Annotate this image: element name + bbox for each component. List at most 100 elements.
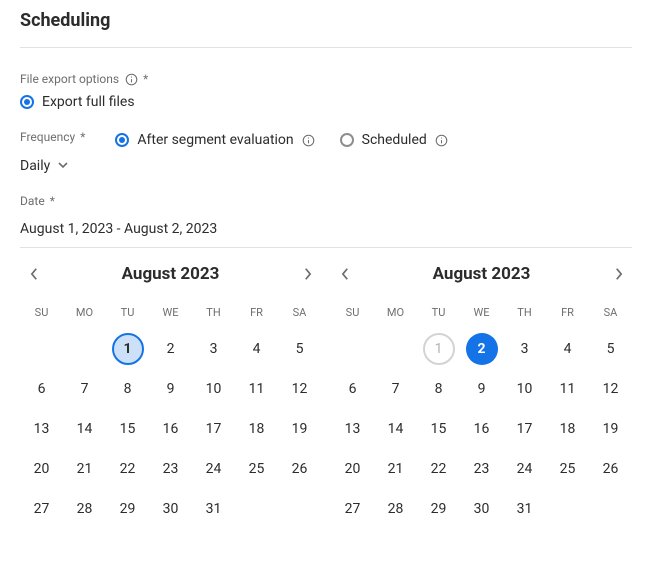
calendar-day[interactable]: 26 xyxy=(278,449,321,489)
required-asterisk: * xyxy=(143,72,148,86)
export-full-files-option[interactable]: Export full files xyxy=(20,94,632,110)
info-icon[interactable] xyxy=(435,133,449,147)
calendar-day[interactable]: 29 xyxy=(106,489,149,529)
calendar-day[interactable]: 29 xyxy=(417,489,460,529)
calendar-day[interactable]: 15 xyxy=(106,409,149,449)
calendar-day[interactable]: 18 xyxy=(546,409,589,449)
calendar-dow: SA xyxy=(278,300,321,329)
scheduled-option[interactable]: Scheduled xyxy=(340,132,449,148)
calendar-dow: WE xyxy=(149,300,192,329)
calendar-empty-cell xyxy=(331,329,374,369)
calendar-day[interactable]: 7 xyxy=(63,369,106,409)
calendar-day[interactable]: 24 xyxy=(503,449,546,489)
calendar-day[interactable]: 6 xyxy=(331,369,374,409)
export-full-files-label: Export full files xyxy=(42,94,135,110)
calendar-day[interactable]: 2 xyxy=(149,329,192,369)
calendar-dow: SU xyxy=(331,300,374,329)
calendar-day[interactable]: 27 xyxy=(331,489,374,529)
radio-empty-icon xyxy=(340,133,354,147)
calendar-day[interactable]: 23 xyxy=(149,449,192,489)
calendar-day[interactable]: 3 xyxy=(503,329,546,369)
calendar-day[interactable]: 30 xyxy=(149,489,192,529)
calendar-grid: SUMOTUWETHFRSA12345678910111213141516171… xyxy=(20,300,321,529)
calendar-day[interactable]: 3 xyxy=(192,329,235,369)
info-icon[interactable] xyxy=(302,133,316,147)
prev-month-button[interactable] xyxy=(335,264,355,284)
frequency-select[interactable]: Daily xyxy=(20,158,85,174)
calendar-day[interactable]: 28 xyxy=(63,489,106,529)
calendar-day[interactable]: 27 xyxy=(20,489,63,529)
calendar-day[interactable]: 13 xyxy=(331,409,374,449)
calendar-day[interactable]: 10 xyxy=(192,369,235,409)
calendar-day[interactable]: 19 xyxy=(278,409,321,449)
frequency-label-text: Frequency xyxy=(20,130,75,144)
after-segment-label: After segment evaluation xyxy=(137,132,293,148)
calendar-day[interactable]: 19 xyxy=(589,409,632,449)
calendar-day[interactable]: 8 xyxy=(417,369,460,409)
calendar-day[interactable]: 14 xyxy=(63,409,106,449)
required-asterisk: * xyxy=(50,194,55,208)
calendar-day[interactable]: 11 xyxy=(235,369,278,409)
calendar-day[interactable]: 16 xyxy=(460,409,503,449)
calendar-day[interactable]: 10 xyxy=(503,369,546,409)
calendar-day[interactable]: 17 xyxy=(503,409,546,449)
calendar-day[interactable]: 20 xyxy=(20,449,63,489)
calendar-day[interactable]: 12 xyxy=(589,369,632,409)
calendar-day[interactable]: 25 xyxy=(546,449,589,489)
calendar-dow: TH xyxy=(503,300,546,329)
calendar-dow: FR xyxy=(235,300,278,329)
calendar-dow: WE xyxy=(460,300,503,329)
frequency-label: Frequency * xyxy=(20,130,85,144)
calendar-day[interactable]: 12 xyxy=(278,369,321,409)
calendar-day[interactable]: 22 xyxy=(417,449,460,489)
calendar-day[interactable]: 15 xyxy=(417,409,460,449)
calendar-day[interactable]: 7 xyxy=(374,369,417,409)
calendar-day[interactable]: 9 xyxy=(460,369,503,409)
calendar-day[interactable]: 2 xyxy=(460,329,503,369)
calendar: August 2023SUMOTUWETHFRSA123456789101112… xyxy=(331,264,632,529)
calendar-day[interactable]: 21 xyxy=(63,449,106,489)
required-asterisk: * xyxy=(80,130,85,144)
calendar-dow: SA xyxy=(589,300,632,329)
calendar-day[interactable]: 14 xyxy=(374,409,417,449)
calendar-header: August 2023 xyxy=(331,264,632,284)
calendar-day[interactable]: 26 xyxy=(589,449,632,489)
next-month-button[interactable] xyxy=(608,264,628,284)
calendar-day[interactable]: 11 xyxy=(546,369,589,409)
calendar-title: August 2023 xyxy=(122,264,220,284)
info-icon[interactable] xyxy=(124,72,138,86)
calendar-day[interactable]: 28 xyxy=(374,489,417,529)
calendar-day[interactable]: 20 xyxy=(331,449,374,489)
date-range-input[interactable]: August 1, 2023 - August 2, 2023 xyxy=(20,216,632,248)
calendar-day[interactable]: 6 xyxy=(20,369,63,409)
calendar-day[interactable]: 5 xyxy=(589,329,632,369)
calendar-day[interactable]: 4 xyxy=(235,329,278,369)
file-export-label-text: File export options xyxy=(20,72,119,86)
calendar-day[interactable]: 5 xyxy=(278,329,321,369)
calendar-day[interactable]: 24 xyxy=(192,449,235,489)
calendar-day[interactable]: 31 xyxy=(192,489,235,529)
calendar-day[interactable]: 22 xyxy=(106,449,149,489)
next-month-button[interactable] xyxy=(297,264,317,284)
calendar-dow: MO xyxy=(374,300,417,329)
calendar-day[interactable]: 25 xyxy=(235,449,278,489)
after-segment-option[interactable]: After segment evaluation xyxy=(115,132,315,148)
calendar-grid: SUMOTUWETHFRSA12345678910111213141516171… xyxy=(331,300,632,529)
prev-month-button[interactable] xyxy=(24,264,44,284)
calendar-day[interactable]: 17 xyxy=(192,409,235,449)
calendar-header: August 2023 xyxy=(20,264,321,284)
calendar-day[interactable]: 9 xyxy=(149,369,192,409)
calendar-day[interactable]: 21 xyxy=(374,449,417,489)
calendar-day[interactable]: 1 xyxy=(106,329,149,369)
calendar-day[interactable]: 8 xyxy=(106,369,149,409)
calendar-day[interactable]: 16 xyxy=(149,409,192,449)
calendar-day[interactable]: 13 xyxy=(20,409,63,449)
divider xyxy=(20,47,632,48)
calendar-title: August 2023 xyxy=(433,264,531,284)
calendar-day[interactable]: 23 xyxy=(460,449,503,489)
calendar-day[interactable]: 31 xyxy=(503,489,546,529)
calendar-day[interactable]: 18 xyxy=(235,409,278,449)
calendar-day[interactable]: 4 xyxy=(546,329,589,369)
calendar-dow: FR xyxy=(546,300,589,329)
calendar-day[interactable]: 30 xyxy=(460,489,503,529)
